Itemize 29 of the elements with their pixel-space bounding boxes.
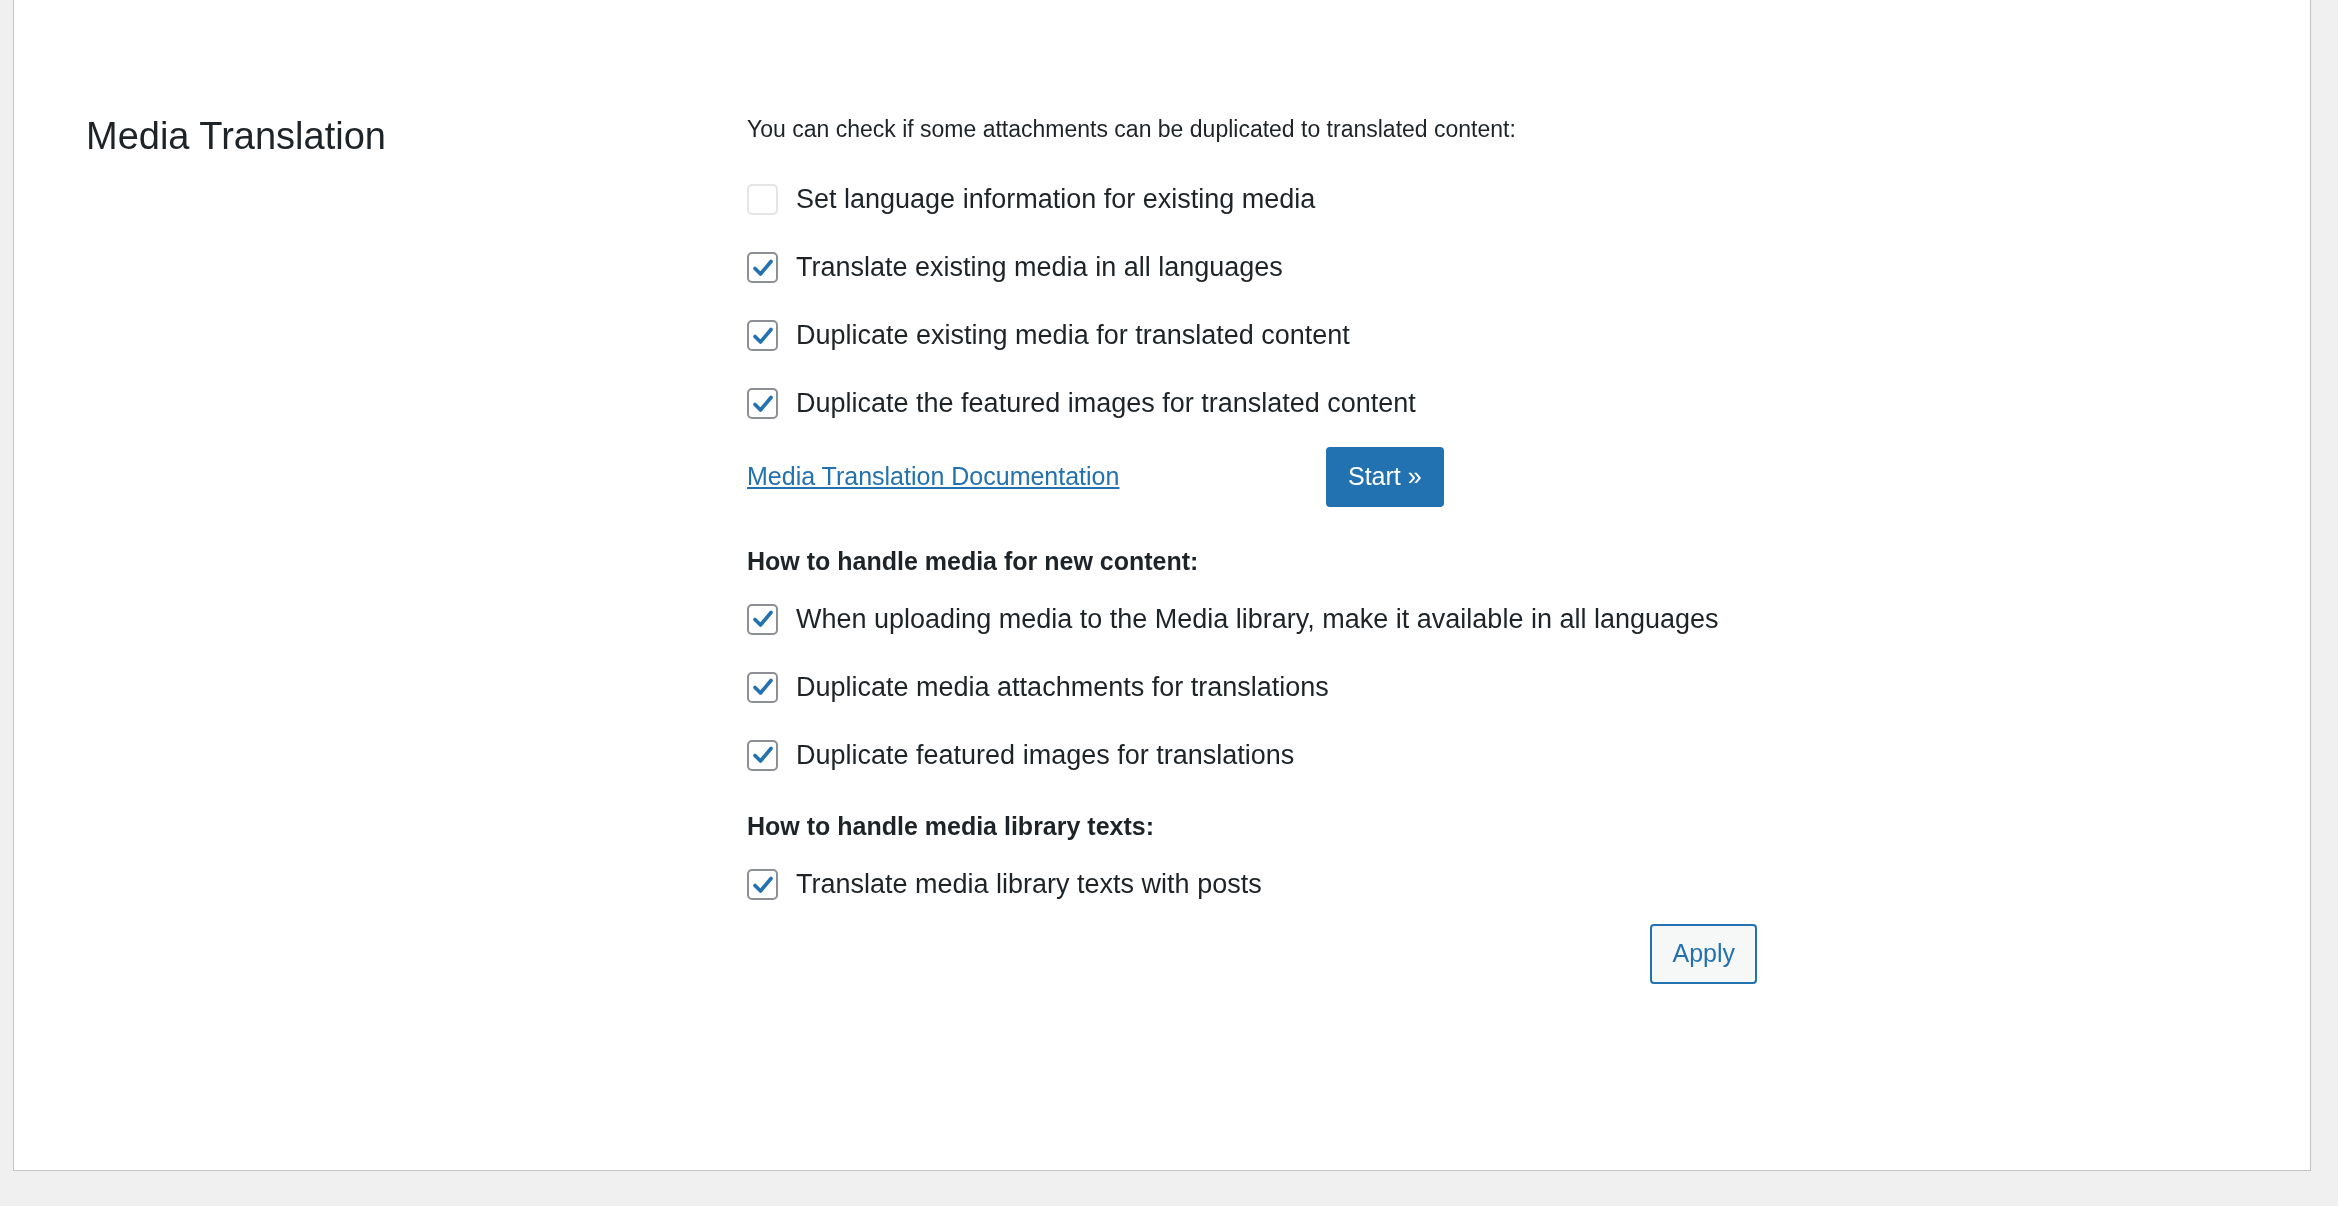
section-heading: How to handle media for new content: bbox=[747, 545, 1200, 577]
checkmark-icon bbox=[752, 678, 773, 696]
checkmark-icon bbox=[752, 610, 773, 628]
option-label: Set language information for existing media bbox=[796, 183, 1316, 217]
option-label: Duplicate featured images for translations bbox=[796, 738, 1295, 772]
option-label: Duplicate existing media for translated content bbox=[796, 319, 1350, 353]
apply-button[interactable]: Apply bbox=[1650, 923, 1757, 984]
documentation-link[interactable]: Media Translation Documentation bbox=[747, 457, 1326, 496]
option-label: Duplicate media attachments for translations bbox=[796, 670, 1329, 704]
checkbox[interactable] bbox=[747, 320, 778, 351]
option-label: Duplicate the featured images for translated content bbox=[796, 387, 1416, 421]
checkmark-icon bbox=[752, 258, 773, 277]
section-title: Media Translation bbox=[86, 114, 387, 159]
start-button[interactable]: Start » bbox=[1326, 446, 1444, 507]
checkbox[interactable] bbox=[747, 252, 778, 283]
checkmark-icon bbox=[752, 394, 773, 413]
option-label: Translate existing media in all languages bbox=[796, 251, 1283, 285]
intro-text: You can check if some attachments can be duplicated to translated content: bbox=[747, 115, 1517, 144]
checkbox[interactable] bbox=[747, 739, 778, 771]
checkbox[interactable] bbox=[747, 603, 778, 635]
checkmark-icon bbox=[752, 746, 773, 764]
section-heading: How to handle media library texts: bbox=[747, 811, 1156, 842]
option-label: Translate media library texts with posts bbox=[796, 868, 1262, 902]
option-label: When uploading media to the Media library, make it available in all languages bbox=[796, 602, 1719, 636]
checkbox[interactable] bbox=[747, 671, 778, 703]
checkbox[interactable] bbox=[747, 388, 778, 419]
checkbox[interactable] bbox=[747, 869, 778, 900]
checkmark-icon bbox=[752, 326, 773, 345]
checkmark-icon bbox=[752, 875, 773, 894]
